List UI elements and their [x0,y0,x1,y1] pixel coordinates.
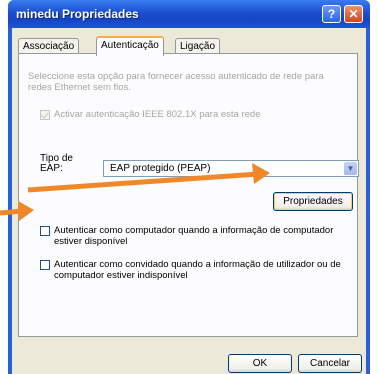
tab-autenticacao[interactable]: Autenticação [96,36,164,56]
arrow-to-properties-button [27,163,270,193]
annotation-arrows [0,163,270,221]
arrow-to-computer-auth-checkbox [0,201,34,221]
